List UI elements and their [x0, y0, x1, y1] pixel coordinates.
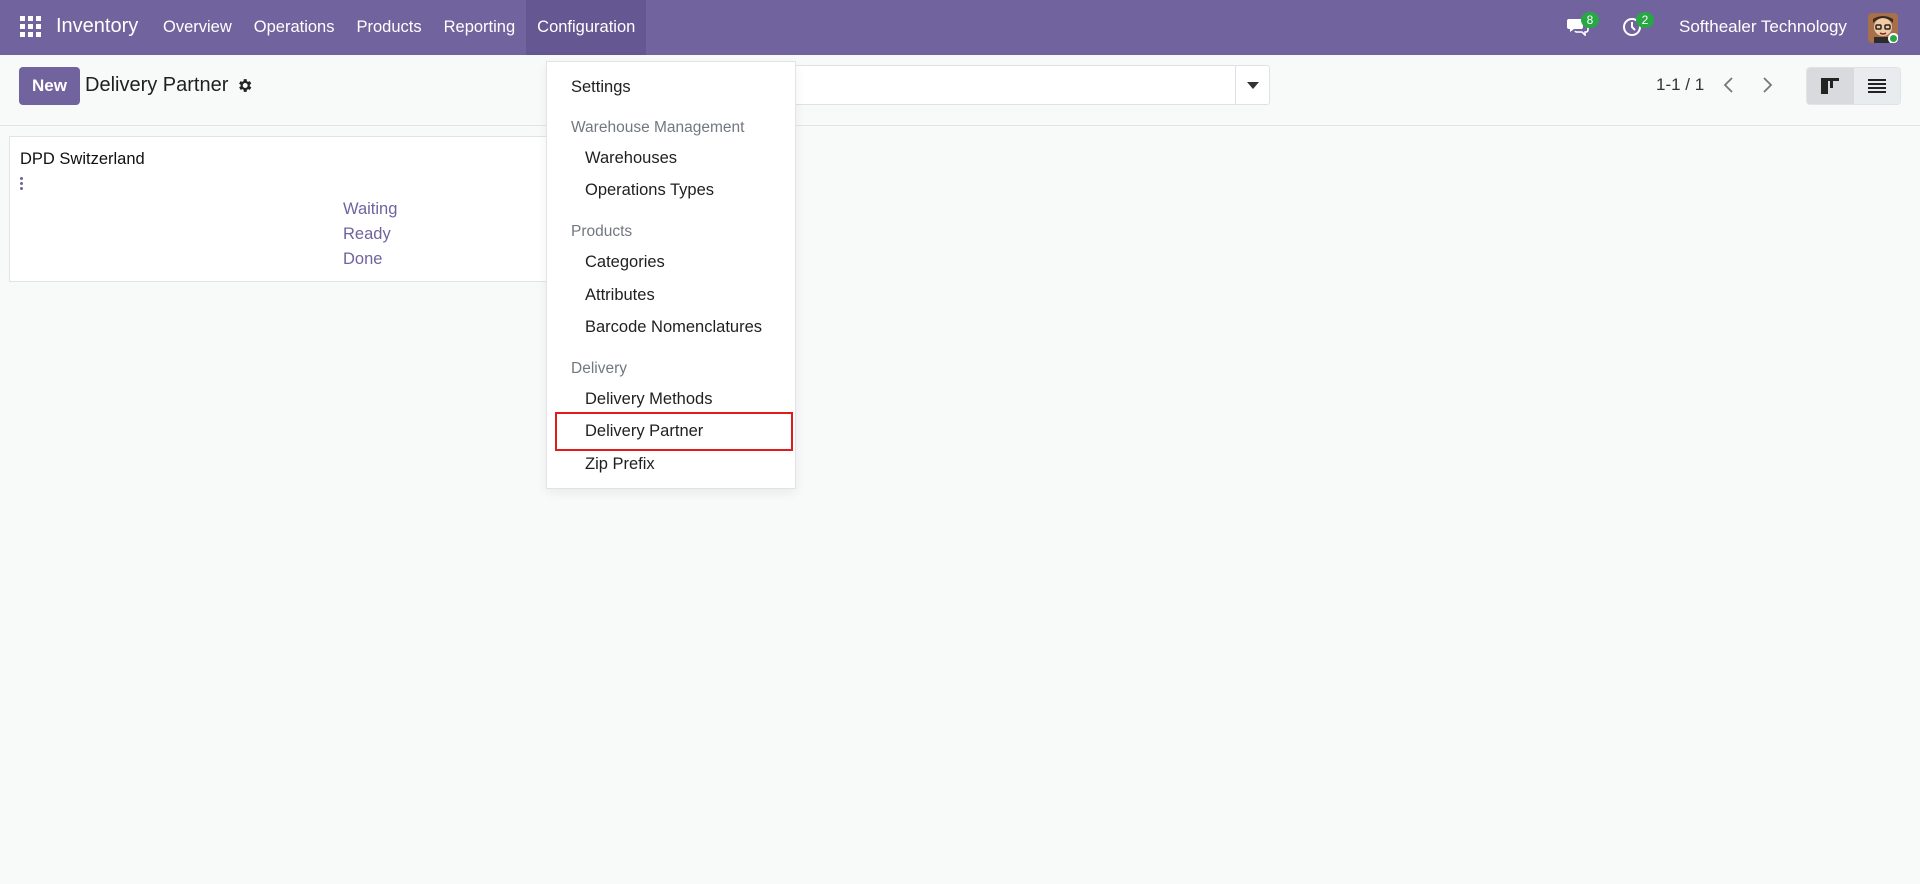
control-panel: New Delivery Partner 1-1 / 1 [0, 55, 1920, 126]
dropdown-item-attributes[interactable]: Attributes [585, 286, 655, 305]
dropdown-item-settings[interactable]: Settings [571, 78, 631, 97]
company-switcher[interactable]: Softhealer Technology [1679, 17, 1847, 37]
dropdown-item-zip-prefix[interactable]: Zip Prefix [585, 455, 655, 474]
kanban-icon [1821, 78, 1840, 94]
menu-configuration[interactable]: Configuration [526, 0, 647, 55]
pager-value[interactable]: 1-1 / 1 [1656, 75, 1704, 95]
kanban-card[interactable]: DPD Switzerland Waiting Ready Done [9, 136, 555, 282]
menu-reporting[interactable]: Reporting [433, 0, 527, 55]
search-options-toggle[interactable] [1235, 66, 1269, 104]
chevron-left-icon[interactable] [1718, 73, 1740, 97]
dropdown-item-operations-types[interactable]: Operations Types [585, 181, 714, 200]
card-title: DPD Switzerland [20, 150, 145, 168]
top-navbar: Inventory Overview Operations Products R… [0, 0, 1920, 55]
apps-grid-icon[interactable] [20, 16, 42, 38]
list-icon [1867, 79, 1886, 93]
dropdown-header-warehouse: Warehouse Management [571, 119, 745, 136]
dropdown-item-warehouses[interactable]: Warehouses [585, 149, 677, 168]
new-button[interactable]: New [19, 67, 80, 105]
configuration-dropdown: Settings Warehouse Management Warehouses… [546, 61, 796, 489]
kebab-menu-icon[interactable] [20, 177, 26, 193]
dropdown-header-products: Products [571, 223, 633, 240]
kanban-view-button[interactable] [1807, 68, 1854, 104]
done-link[interactable]: Done [343, 250, 382, 269]
dropdown-item-delivery-methods[interactable]: Delivery Methods [585, 390, 712, 409]
app-brand[interactable]: Inventory [56, 15, 138, 38]
gear-icon[interactable] [236, 77, 253, 94]
online-status-icon [1888, 33, 1898, 43]
ready-link[interactable]: Ready [343, 225, 391, 244]
clock-icon[interactable]: 2 [1622, 12, 1654, 38]
chat-icon[interactable]: 8 [1567, 12, 1599, 38]
activities-badge: 2 [1636, 12, 1654, 28]
dropdown-header-delivery: Delivery [571, 360, 627, 377]
main-menu: Overview Operations Products Reporting C… [152, 0, 647, 55]
menu-overview[interactable]: Overview [152, 0, 243, 55]
list-view-button[interactable] [1853, 68, 1900, 104]
dropdown-item-barcode-nomenclatures[interactable]: Barcode Nomenclatures [585, 318, 762, 337]
search-input[interactable] [794, 65, 1270, 105]
menu-products[interactable]: Products [345, 0, 432, 55]
waiting-link[interactable]: Waiting [343, 200, 397, 219]
caret-down-icon [1246, 81, 1259, 89]
view-switcher [1806, 67, 1901, 105]
page-title: Delivery Partner [85, 74, 229, 96]
avatar[interactable] [1868, 13, 1898, 43]
dropdown-item-categories[interactable]: Categories [585, 253, 665, 272]
highlight-box [555, 412, 793, 451]
menu-operations[interactable]: Operations [243, 0, 346, 55]
chevron-right-icon[interactable] [1756, 73, 1778, 97]
messages-badge: 8 [1581, 12, 1599, 28]
